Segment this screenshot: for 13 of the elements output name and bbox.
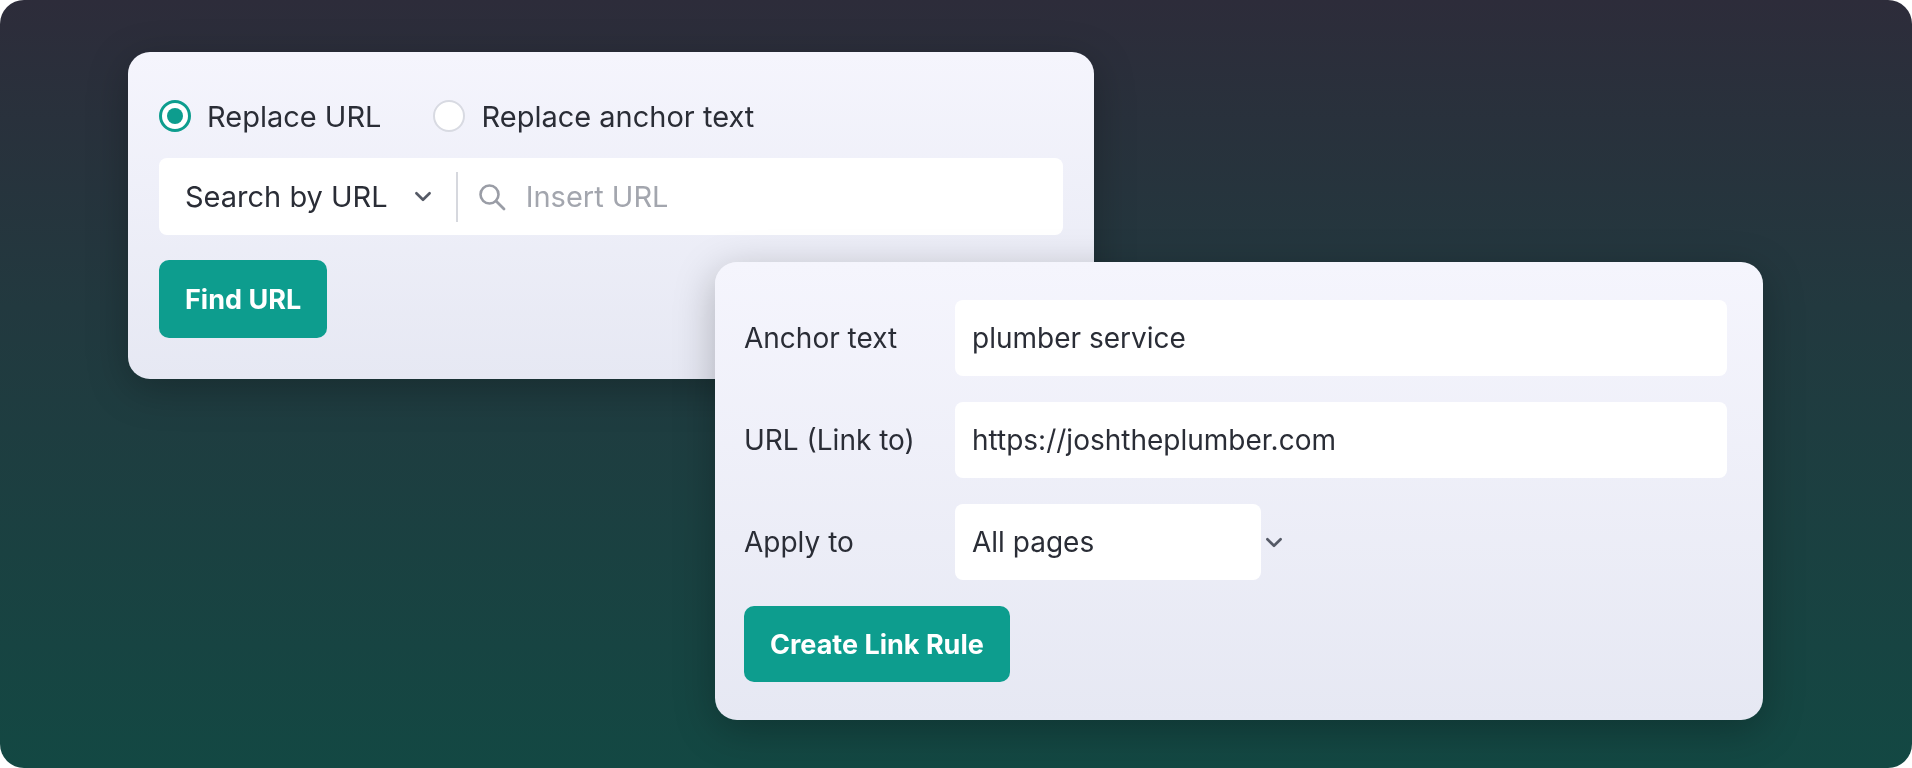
field-label: Anchor text <box>744 321 899 355</box>
search-icon <box>477 182 506 211</box>
mode-radio-option[interactable]: Replace URL <box>159 98 382 134</box>
text-field[interactable]: https://joshtheplumber.com <box>955 402 1727 478</box>
chevron-down-icon <box>1265 536 1283 548</box>
text-field[interactable]: plumber service <box>955 300 1727 376</box>
radio-button[interactable] <box>159 100 191 132</box>
field-label: Apply to <box>744 525 855 559</box>
field-label: URL (Link to) <box>744 423 916 457</box>
chevron-down-icon <box>413 191 432 202</box>
select-field[interactable]: All pages <box>955 504 1261 580</box>
search-type-dropdown[interactable]: Search by URL <box>159 171 458 222</box>
radio-label: Replace URL <box>207 98 382 134</box>
